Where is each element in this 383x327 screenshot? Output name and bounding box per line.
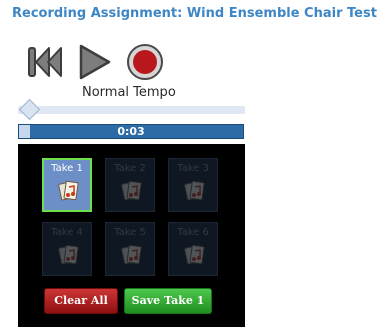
tempo-slider-track[interactable] [18,106,245,114]
take-label: Take 3 [177,163,209,174]
page-title: Recording Assignment: Wind Ensemble Chai… [12,6,377,21]
clear-all-button[interactable]: Clear All [44,288,118,314]
take-label: Take 6 [177,227,209,238]
take-5-tile[interactable]: Take 5 [105,222,155,276]
take-6-tile[interactable]: Take 6 [168,222,218,276]
audio-file-icon [184,244,205,265]
take-label: Take 5 [114,227,146,238]
audio-file-icon [184,180,205,201]
save-take-button[interactable]: Save Take 1 [124,288,212,314]
play-icon [79,44,111,80]
take-3-tile[interactable]: Take 3 [168,158,218,212]
take-label: Take 2 [114,163,146,174]
playback-progress-bar[interactable]: 0:03 [18,124,244,139]
takes-panel: Take 1 Take 2 Take 3 Take 4 Take 5 Take … [18,144,245,327]
take-label: Take 1 [51,163,83,174]
take-label: Take 4 [51,227,83,238]
audio-file-icon [121,244,142,265]
play-button[interactable] [77,42,113,82]
rewind-icon [28,47,62,77]
tempo-label: Normal Tempo [82,85,176,100]
rewind-button[interactable] [27,42,65,82]
take-1-tile[interactable]: Take 1 [42,158,92,212]
audio-file-icon [58,244,79,265]
audio-file-icon [58,180,79,201]
tempo-slider-thumb[interactable] [18,98,41,121]
take-4-tile[interactable]: Take 4 [42,222,92,276]
take-2-tile[interactable]: Take 2 [105,158,155,212]
record-button[interactable] [125,42,165,82]
progress-time: 0:03 [117,125,145,138]
audio-file-icon [121,180,142,201]
record-icon [127,44,163,80]
